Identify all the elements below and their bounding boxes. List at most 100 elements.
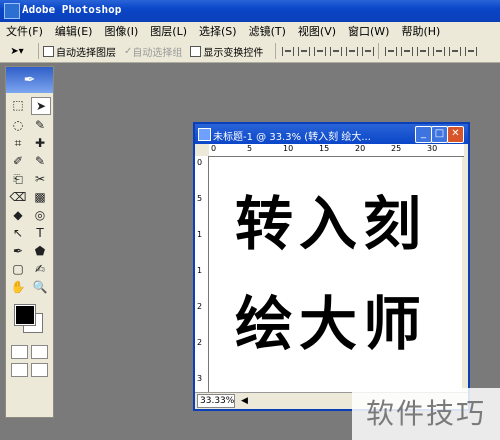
divider — [378, 43, 380, 59]
crop-tool-icon[interactable]: ⌗ — [9, 135, 27, 151]
vertical-ruler: 0 5 1 1 2 2 3 — [195, 156, 209, 392]
menu-filter[interactable]: 滤镜(T) — [243, 23, 292, 39]
blur-tool-icon[interactable]: ◆ — [9, 207, 27, 223]
distribute-buttons — [385, 46, 478, 56]
distribute-middle-icon[interactable] — [401, 46, 414, 56]
document-title: 未标题-1 @ 33.3% (转入刻 绘大... — [213, 132, 371, 143]
hand-tool-icon[interactable]: ✋ — [9, 279, 27, 295]
distribute-right-icon[interactable] — [465, 46, 478, 56]
marquee-tool-icon[interactable]: ⬚ — [9, 97, 27, 113]
menu-bar: 文件(F) 编辑(E) 图像(I) 图层(L) 选择(S) 滤镜(T) 视图(V… — [0, 22, 500, 41]
canvas-text-line-1: 转入刻 — [235, 190, 428, 258]
menu-view[interactable]: 视图(V) — [292, 23, 342, 39]
checkbox-box[interactable] — [43, 45, 54, 57]
align-left-icon[interactable] — [330, 46, 343, 56]
document-icon — [198, 128, 211, 141]
slice-tool-icon[interactable]: ✚ — [31, 135, 49, 151]
foreground-color-swatch[interactable] — [14, 304, 36, 326]
ruler-tick-label: 30 — [427, 144, 438, 153]
magic-wand-tool-icon[interactable]: ✎ — [31, 117, 49, 133]
quick-mask-mode-icon[interactable] — [31, 345, 48, 359]
brush-tool-icon[interactable]: ✎ — [31, 153, 49, 169]
distribute-left-icon[interactable] — [433, 46, 446, 56]
pen-tool-icon[interactable]: ✒ — [9, 243, 27, 259]
align-buttons — [282, 46, 375, 56]
auto-select-layer-label: 自动选择图层 — [56, 47, 116, 59]
show-transform-checkbox[interactable]: 显示变换控件 — [190, 44, 263, 59]
ruler-tick-label: 1 — [197, 266, 203, 275]
checkmark-icon: ✓ — [124, 45, 133, 57]
auto-select-group-checkbox: ✓ 自动选择组 — [124, 44, 182, 59]
standard-screen-icon[interactable] — [11, 363, 28, 377]
menu-window[interactable]: 窗口(W) — [342, 23, 395, 39]
menu-image[interactable]: 图像(I) — [98, 23, 144, 39]
menu-edit[interactable]: 编辑(E) — [49, 23, 99, 39]
ruler-tick-label: 25 — [391, 144, 402, 153]
ruler-tick-label: 0 — [197, 158, 203, 167]
ruler-tick-label: 2 — [197, 338, 203, 347]
zoom-tool-icon[interactable]: 🔍 — [31, 279, 49, 295]
align-bottom-icon[interactable] — [314, 46, 327, 56]
align-right-icon[interactable] — [362, 46, 375, 56]
divider — [275, 43, 277, 59]
notes-tool-icon[interactable]: ▢ — [9, 261, 27, 277]
lasso-tool-icon[interactable]: ◌ — [9, 117, 27, 133]
maximize-button[interactable]: □ — [431, 126, 448, 143]
eyedropper-tool-icon[interactable]: ✍ — [31, 261, 49, 277]
horizontal-ruler: 0 5 10 15 20 25 30 — [209, 144, 464, 157]
type-tool-icon[interactable]: T — [31, 225, 49, 241]
checkbox-box[interactable] — [190, 45, 202, 57]
tool-grid: ⬚ ➤ ◌ ✎ ⌗ ✚ ✐ ✎ ⎗ ✂ ⌫ ▩ ◆ ◎ ↖ T ✒ ⬟ ▢ ✍ … — [6, 93, 53, 299]
menu-select[interactable]: 选择(S) — [193, 23, 243, 39]
clone-stamp-tool-icon[interactable]: ⎗ — [9, 171, 27, 187]
align-top-icon[interactable] — [282, 46, 295, 56]
app-titlebar: Adobe Photoshop — [0, 0, 500, 22]
ruler-tick-label: 5 — [197, 194, 203, 203]
document-canvas[interactable]: 转入刻 绘大师 — [209, 157, 462, 392]
align-center-icon[interactable] — [346, 46, 359, 56]
distribute-top-icon[interactable] — [385, 46, 398, 56]
ruler-tick-label: 10 — [283, 144, 294, 153]
toolbox: ✒ ⬚ ➤ ◌ ✎ ⌗ ✚ ✐ ✎ ⎗ ✂ ⌫ ▩ ◆ ◎ ↖ T ✒ ⬟ ▢ … — [5, 66, 54, 418]
standard-mode-icon[interactable] — [11, 345, 28, 359]
auto-select-layer-checkbox[interactable]: 自动选择图层 — [43, 44, 116, 59]
eraser-tool-icon[interactable]: ⌫ — [9, 189, 27, 205]
menu-help[interactable]: 帮助(H) — [395, 23, 446, 39]
menu-layer[interactable]: 图层(L) — [144, 23, 193, 39]
dodge-tool-icon[interactable]: ◎ — [31, 207, 49, 223]
document-window[interactable]: 未标题-1 @ 33.3% (转入刻 绘大... _ □ ✕ 0 5 10 15… — [193, 122, 470, 411]
ruler-tick-label: 5 — [247, 144, 253, 153]
status-menu-arrow-icon[interactable]: ◀ — [241, 396, 248, 406]
menu-file[interactable]: 文件(F) — [0, 23, 49, 39]
gradient-tool-icon[interactable]: ▩ — [31, 189, 49, 205]
distribute-center-icon[interactable] — [449, 46, 462, 56]
healing-brush-tool-icon[interactable]: ✐ — [9, 153, 27, 169]
color-swatches — [9, 303, 50, 339]
path-selection-tool-icon[interactable]: ↖ — [9, 225, 27, 241]
zoom-field[interactable]: 33.33% — [197, 394, 235, 408]
options-bar: ➤▾ 自动选择图层 ✓ 自动选择组 显示变换控件 — [0, 40, 500, 63]
align-middle-icon[interactable] — [298, 46, 311, 56]
watermark: 软件技巧 — [352, 388, 500, 440]
ruler-tick-label: 3 — [197, 374, 203, 383]
move-tool-icon[interactable]: ➤ — [31, 97, 51, 115]
ruler-tick-label: 0 — [211, 144, 217, 153]
ruler-tick-label: 2 — [197, 302, 203, 311]
full-screen-menu-icon[interactable] — [31, 363, 48, 377]
app-title: Adobe Photoshop — [22, 3, 122, 16]
document-titlebar[interactable]: 未标题-1 @ 33.3% (转入刻 绘大... _ □ ✕ — [195, 124, 468, 144]
minimize-button[interactable]: _ — [415, 126, 432, 143]
divider — [38, 43, 39, 59]
history-brush-tool-icon[interactable]: ✂ — [31, 171, 49, 187]
move-tool-preset-icon[interactable]: ➤▾ — [0, 46, 34, 57]
shape-tool-icon[interactable]: ⬟ — [31, 243, 49, 259]
distribute-bottom-icon[interactable] — [417, 46, 430, 56]
feather-logo-icon: ✒ — [6, 67, 53, 93]
quick-mask-modes — [6, 343, 53, 361]
close-button[interactable]: ✕ — [447, 126, 464, 143]
canvas-text-line-2: 绘大师 — [235, 290, 428, 358]
screen-modes — [6, 361, 53, 379]
photoshop-logo-icon — [4, 3, 20, 19]
ruler-tick-label: 15 — [319, 144, 330, 153]
show-transform-label: 显示变换控件 — [203, 47, 264, 59]
